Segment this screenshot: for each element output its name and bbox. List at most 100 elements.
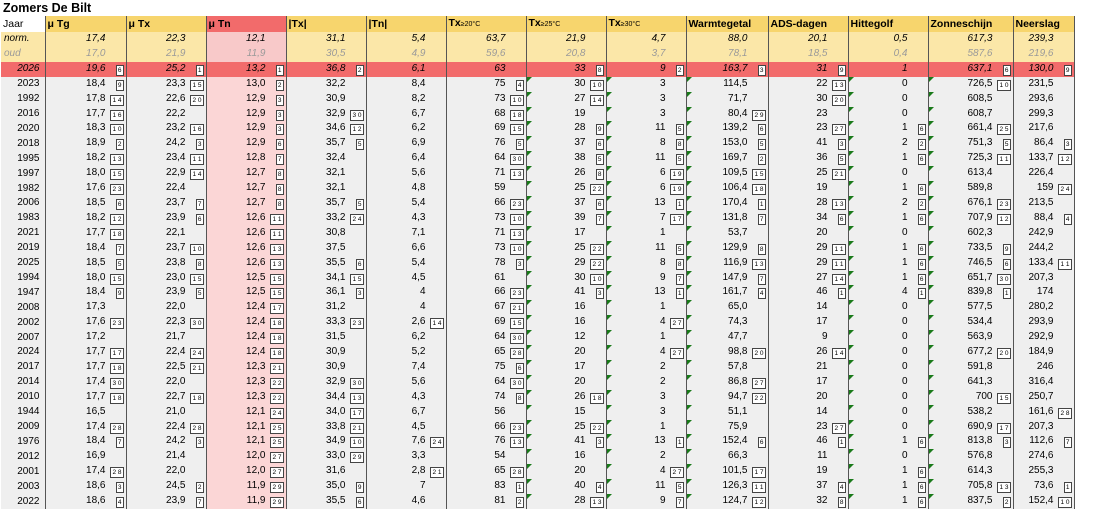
data-cell[interactable]: 46 1: [768, 434, 849, 450]
data-cell[interactable]: 637,1 6: [928, 61, 1014, 77]
data-cell[interactable]: 35,7 5: [286, 136, 367, 152]
data-cell[interactable]: 4,9: [366, 46, 447, 62]
data-cell[interactable]: 6,7: [366, 106, 447, 122]
data-cell[interactable]: 86,4 3: [1013, 136, 1075, 152]
data-cell[interactable]: 22,0: [126, 374, 207, 390]
data-cell[interactable]: 7: [366, 479, 447, 495]
header-tx-30[interactable]: Tx≥30°C: [606, 16, 687, 32]
data-cell[interactable]: 32,4: [286, 151, 367, 167]
data-cell[interactable]: 32,2: [286, 76, 367, 92]
data-cell[interactable]: 33,2 2 4: [286, 210, 367, 226]
data-cell[interactable]: 20: [526, 374, 607, 390]
data-cell[interactable]: 0,4: [848, 46, 929, 62]
data-cell[interactable]: 16: [848, 479, 929, 495]
year-cell[interactable]: 2018: [1, 136, 46, 152]
data-cell[interactable]: 71 1 3: [446, 166, 527, 182]
data-cell[interactable]: 37 6: [526, 195, 607, 211]
year-cell[interactable]: 2010: [1, 389, 46, 405]
data-cell[interactable]: 0: [848, 225, 929, 241]
data-cell[interactable]: 94,7 2 2: [686, 389, 769, 405]
data-cell[interactable]: 5,6: [366, 166, 447, 182]
data-cell[interactable]: 78,1: [686, 46, 769, 62]
data-cell[interactable]: 20: [768, 389, 849, 405]
data-cell[interactable]: 4 2 7: [606, 464, 687, 480]
data-cell[interactable]: 4,6: [366, 494, 447, 509]
data-cell[interactable]: 17,7 1 8: [45, 389, 127, 405]
data-cell[interactable]: 46 1: [768, 285, 849, 301]
data-cell[interactable]: 66 2 3: [446, 195, 527, 211]
data-cell[interactable]: 0: [848, 315, 929, 331]
data-cell[interactable]: 2: [606, 359, 687, 375]
data-cell[interactable]: 152,4 1 0: [1013, 494, 1075, 509]
data-cell[interactable]: 12,1: [206, 32, 287, 47]
data-cell[interactable]: 139,2 6: [686, 121, 769, 137]
data-cell[interactable]: 18,5 6: [45, 195, 127, 211]
data-cell[interactable]: 213,5: [1013, 195, 1075, 211]
data-cell[interactable]: 23: [768, 106, 849, 122]
data-cell[interactable]: 17: [768, 315, 849, 331]
year-cell[interactable]: 2022: [1, 494, 46, 509]
data-cell[interactable]: 22,4 2 8: [126, 419, 207, 435]
data-cell[interactable]: 22 1 3: [768, 76, 849, 92]
data-cell[interactable]: 12,8 7: [206, 151, 287, 167]
data-cell[interactable]: 18,6 3: [45, 479, 127, 495]
data-cell[interactable]: 14: [768, 300, 849, 316]
data-cell[interactable]: 23,0 1 5: [126, 270, 207, 286]
data-cell[interactable]: 5,4: [366, 195, 447, 211]
data-cell[interactable]: 133,4 1 1: [1013, 255, 1075, 271]
data-cell[interactable]: 31,6: [286, 464, 367, 480]
data-cell[interactable]: 130,0 9: [1013, 61, 1075, 77]
header-zonneschijn[interactable]: Zonneschijn: [928, 16, 1014, 32]
data-cell[interactable]: 12,6 1 3: [206, 255, 287, 271]
data-cell[interactable]: 12,7 8: [206, 181, 287, 196]
data-cell[interactable]: 20: [526, 345, 607, 360]
data-cell[interactable]: 12,6 1 1: [206, 210, 287, 226]
data-cell[interactable]: 217,6: [1013, 121, 1075, 137]
data-cell[interactable]: 207,3: [1013, 419, 1075, 435]
data-cell[interactable]: 239,3: [1013, 32, 1075, 47]
data-cell[interactable]: 16: [848, 210, 929, 226]
data-cell[interactable]: 18,5 5: [45, 255, 127, 271]
data-cell[interactable]: 0: [848, 330, 929, 346]
data-cell[interactable]: 8,4: [366, 76, 447, 92]
data-cell[interactable]: 17,7 1 8: [45, 225, 127, 241]
data-cell[interactable]: 131,8 7: [686, 210, 769, 226]
data-cell[interactable]: 18,6 4: [45, 494, 127, 509]
data-cell[interactable]: 0: [848, 300, 929, 316]
data-cell[interactable]: 35,5 6: [286, 494, 367, 509]
data-cell[interactable]: 16: [848, 240, 929, 256]
year-cell[interactable]: 2012: [1, 449, 46, 465]
data-cell[interactable]: 3: [606, 404, 687, 420]
data-cell[interactable]: 69 1 5: [446, 121, 527, 137]
data-cell[interactable]: 28 1 3: [526, 494, 607, 509]
data-cell[interactable]: 174: [1013, 285, 1075, 301]
data-cell[interactable]: 163,7 3: [686, 61, 769, 77]
data-cell[interactable]: 23,7 7: [126, 195, 207, 211]
data-cell[interactable]: 23,8 8: [126, 255, 207, 271]
data-cell[interactable]: 677,2 2 0: [928, 345, 1014, 360]
data-cell[interactable]: 23,9 7: [126, 494, 207, 509]
data-cell[interactable]: 129,9 8: [686, 240, 769, 256]
data-cell[interactable]: 20: [768, 225, 849, 241]
data-cell[interactable]: 11: [768, 449, 849, 465]
data-cell[interactable]: 0: [848, 76, 929, 92]
data-cell[interactable]: 4,5: [366, 270, 447, 286]
data-cell[interactable]: 32,9 3 0: [286, 106, 367, 122]
data-cell[interactable]: 66 2 3: [446, 419, 527, 435]
data-cell[interactable]: 40 4: [526, 479, 607, 495]
data-cell[interactable]: 705,8 1 3: [928, 479, 1014, 495]
data-cell[interactable]: 16: [848, 494, 929, 509]
year-cell[interactable]: 2009: [1, 419, 46, 435]
data-cell[interactable]: 59: [446, 181, 527, 196]
data-cell[interactable]: 88: [606, 136, 687, 152]
data-cell[interactable]: 8,2: [366, 91, 447, 107]
data-cell[interactable]: 299,3: [1013, 106, 1075, 122]
data-cell[interactable]: 244,2: [1013, 240, 1075, 256]
data-cell[interactable]: 22,3: [126, 32, 207, 47]
data-cell[interactable]: 13 1: [606, 195, 687, 211]
data-cell[interactable]: 41 3: [768, 136, 849, 152]
data-cell[interactable]: 274,6: [1013, 449, 1075, 465]
data-cell[interactable]: 59,6: [446, 46, 527, 62]
data-cell[interactable]: 12,1 2 5: [206, 419, 287, 435]
data-cell[interactable]: 4,3: [366, 389, 447, 405]
